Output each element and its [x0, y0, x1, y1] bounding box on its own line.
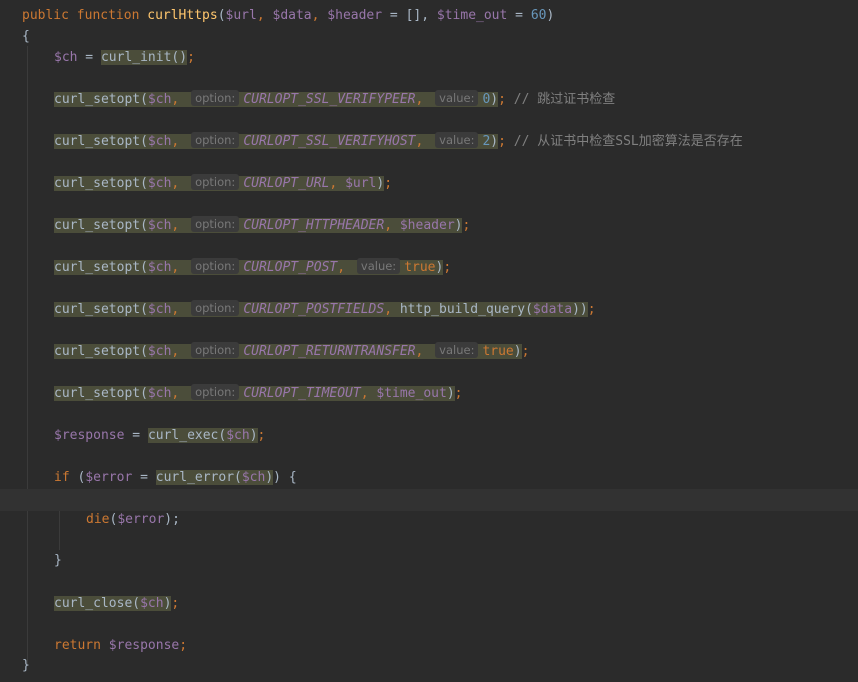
param-hint: option: — [191, 216, 240, 232]
param: $time_out — [436, 8, 508, 23]
variable: $ch — [147, 92, 172, 107]
highlighted-call: curl_setopt($ch, option: CURLOPT_HTTPHEAD… — [54, 216, 455, 233]
param-hint: option: — [191, 342, 240, 358]
function-call: curl_setopt( — [54, 386, 148, 401]
param-hint: value: — [356, 258, 401, 274]
constant: CURLOPT_URL — [243, 176, 330, 191]
code-line[interactable]: curl_close($ch); — [54, 593, 858, 615]
argument-value: true — [404, 260, 436, 275]
function-call: curl_setopt( — [54, 302, 148, 317]
current-line[interactable] — [0, 489, 858, 511]
variable: $ch — [147, 344, 172, 359]
number: 60 — [530, 8, 547, 23]
constant: CURLOPT_HTTPHEADER — [243, 218, 385, 233]
variable: $ch — [147, 134, 172, 149]
setopt-line[interactable]: curl_setopt($ch, option: CURLOPT_POSTFIEL… — [54, 299, 858, 321]
variable: $ch — [147, 302, 172, 317]
code-line[interactable]: return $response; — [54, 635, 858, 657]
param-hint: option: — [191, 90, 240, 106]
param-hint: value: — [435, 132, 479, 148]
variable: $ch — [147, 218, 172, 233]
param-hint: option: — [191, 132, 240, 148]
comment: // 跳过证书检查 — [505, 92, 616, 107]
function-call: curl_setopt( — [54, 92, 148, 107]
setopt-line[interactable]: curl_setopt($ch, option: CURLOPT_POST, va… — [54, 257, 858, 279]
constant: CURLOPT_RETURNTRANSFER — [243, 344, 416, 359]
variable: $ch — [147, 386, 172, 401]
code-line[interactable]: } — [54, 550, 858, 572]
highlighted-call: curl_setopt($ch, option: CURLOPT_RETURNTR… — [54, 342, 514, 359]
code-line[interactable]: $ch = curl_init(); — [54, 47, 858, 69]
argument-value: $time_out — [376, 386, 447, 401]
function-call: curl_setopt( — [54, 260, 148, 275]
setopt-line[interactable]: curl_setopt($ch, option: CURLOPT_RETURNTR… — [54, 341, 858, 363]
setopt-line[interactable]: curl_setopt($ch, option: CURLOPT_HTTPHEAD… — [54, 215, 858, 237]
function-call: curl_setopt( — [54, 176, 148, 191]
setopt-line[interactable]: curl_setopt($ch, option: CURLOPT_SSL_VERI… — [54, 131, 858, 153]
param: $url — [225, 8, 257, 23]
highlighted-call: curl_setopt($ch, option: CURLOPT_SSL_VERI… — [54, 132, 491, 149]
highlighted-call: curl_setopt($ch, option: CURLOPT_URL, $ur… — [54, 174, 377, 191]
keyword: function — [76, 8, 140, 23]
code-line[interactable]: public function curlHttps($url, $data, $… — [22, 5, 858, 27]
function-call: curl_setopt( — [54, 344, 148, 359]
setopt-line[interactable]: curl_setopt($ch, option: CURLOPT_URL, $ur… — [54, 173, 858, 195]
variable: $ch — [147, 176, 172, 191]
constant: CURLOPT_SSL_VERIFYPEER — [243, 92, 416, 107]
code-line[interactable]: if ($error = curl_error($ch)) { — [54, 467, 858, 489]
param: $header — [327, 8, 383, 23]
constant: CURLOPT_SSL_VERIFYHOST — [243, 134, 416, 149]
code-line[interactable]: $response = curl_exec($ch); — [54, 425, 858, 447]
highlighted-call: curl_setopt($ch, option: CURLOPT_POSTFIEL… — [54, 300, 580, 317]
keyword: public — [22, 8, 69, 23]
param-hint: option: — [191, 300, 240, 316]
argument-value: true — [482, 344, 514, 359]
highlighted-call: curl_setopt($ch, option: CURLOPT_TIMEOUT,… — [54, 384, 447, 401]
constant: CURLOPT_TIMEOUT — [243, 386, 361, 401]
function-name: curlHttps — [147, 8, 218, 23]
comment: // 从证书中检查SSL加密算法是否存在 — [505, 134, 743, 149]
param-hint: option: — [191, 384, 240, 400]
indent-guide — [27, 46, 28, 666]
setopt-line[interactable]: curl_setopt($ch, option: CURLOPT_TIMEOUT,… — [54, 383, 858, 405]
code-line[interactable]: { — [22, 26, 858, 48]
constant: CURLOPT_POSTFIELDS — [243, 302, 385, 317]
highlighted-call: curl_init() — [100, 50, 188, 65]
function-call: curl_setopt( — [54, 134, 148, 149]
param: $data — [272, 8, 312, 23]
code-line[interactable]: } — [22, 655, 858, 677]
constant: CURLOPT_POST — [243, 260, 338, 275]
param-hint: option: — [191, 174, 240, 190]
argument-value: $header — [399, 218, 455, 233]
param-hint: value: — [435, 90, 479, 106]
variable: $ch — [147, 260, 172, 275]
param-hint: value: — [435, 342, 479, 358]
code-editor[interactable]: public function curlHttps($url, $data, $… — [0, 0, 858, 682]
argument-value: $url — [345, 176, 377, 191]
highlighted-call: curl_setopt($ch, option: CURLOPT_POST, va… — [54, 258, 436, 275]
highlighted-call: curl_setopt($ch, option: CURLOPT_SSL_VERI… — [54, 90, 491, 107]
param-hint: option: — [191, 258, 240, 274]
setopt-line[interactable]: curl_setopt($ch, option: CURLOPT_SSL_VERI… — [54, 89, 858, 111]
code-line[interactable]: die($error); — [86, 509, 858, 531]
function-call: curl_setopt( — [54, 218, 148, 233]
